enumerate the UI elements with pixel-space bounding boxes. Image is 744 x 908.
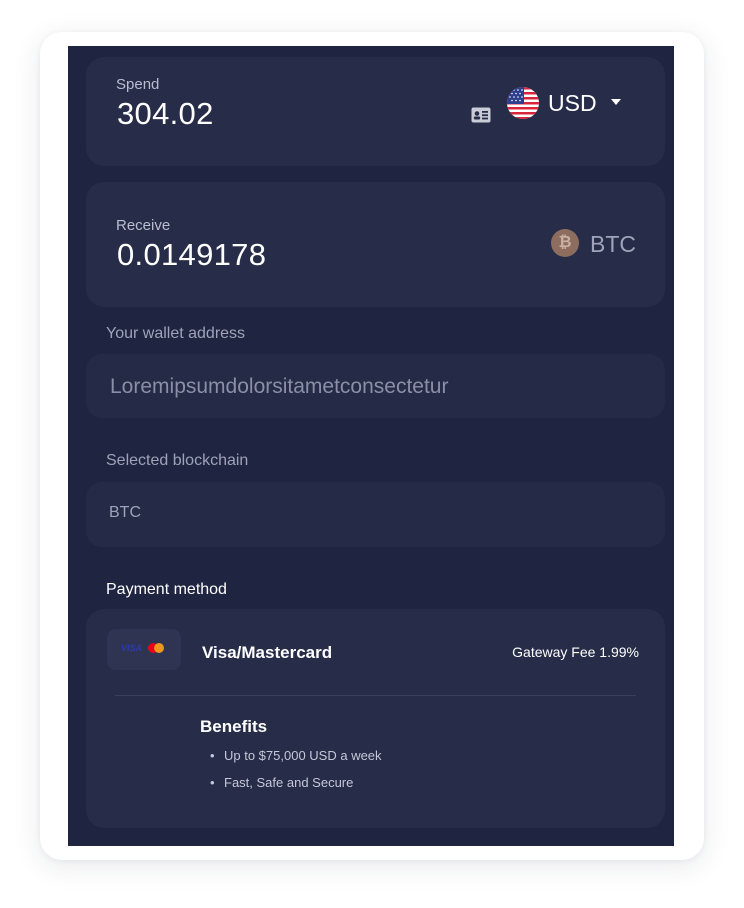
- visa-logo-text: VISA: [121, 643, 143, 653]
- gateway-fee: Gateway Fee 1.99%: [512, 644, 639, 660]
- receive-amount: 0.0149178: [117, 237, 267, 272]
- visa-mastercard-logo: VISA: [107, 629, 181, 670]
- blockchain-value: BTC: [109, 504, 141, 521]
- mastercard-orange-circle: [154, 643, 164, 653]
- receive-label: Receive: [116, 217, 171, 234]
- wallet-address-label: Your wallet address: [106, 325, 246, 342]
- caret-down-icon[interactable]: [611, 99, 621, 105]
- bitcoin-icon: ₿: [551, 229, 579, 257]
- receive-box: Receive 0.0149178 ₿ BTC: [86, 182, 665, 307]
- payment-method-name: Visa/Mastercard: [202, 643, 333, 662]
- exchange-panel: Spend 304.02 USD Receive 0.0149178 ₿ BTC…: [68, 46, 674, 846]
- payment-method-label: Payment method: [106, 581, 227, 598]
- benefits-list: Up to $75,000 USD a week Fast, Safe and …: [210, 745, 382, 799]
- payment-method-card[interactable]: VISA Visa/Mastercard Gateway Fee 1.99% B…: [86, 609, 665, 828]
- spend-amount[interactable]: 304.02: [117, 96, 214, 132]
- divider: [115, 695, 636, 696]
- wallet-address-input[interactable]: [108, 354, 652, 420]
- id-card-icon[interactable]: [471, 107, 491, 123]
- spend-box: Spend 304.02 USD: [86, 57, 665, 166]
- benefit-item: Up to $75,000 USD a week: [210, 745, 382, 772]
- blockchain-label: Selected blockchain: [106, 452, 249, 469]
- receive-currency[interactable]: BTC: [590, 231, 636, 258]
- us-flag-icon[interactable]: [507, 87, 539, 119]
- benefit-item: Fast, Safe and Secure: [210, 772, 382, 799]
- benefits-title: Benefits: [200, 717, 268, 736]
- blockchain-select[interactable]: BTC: [86, 482, 665, 547]
- spend-label: Spend: [116, 76, 160, 93]
- spend-currency[interactable]: USD: [548, 90, 597, 117]
- wallet-address-field[interactable]: [86, 354, 665, 420]
